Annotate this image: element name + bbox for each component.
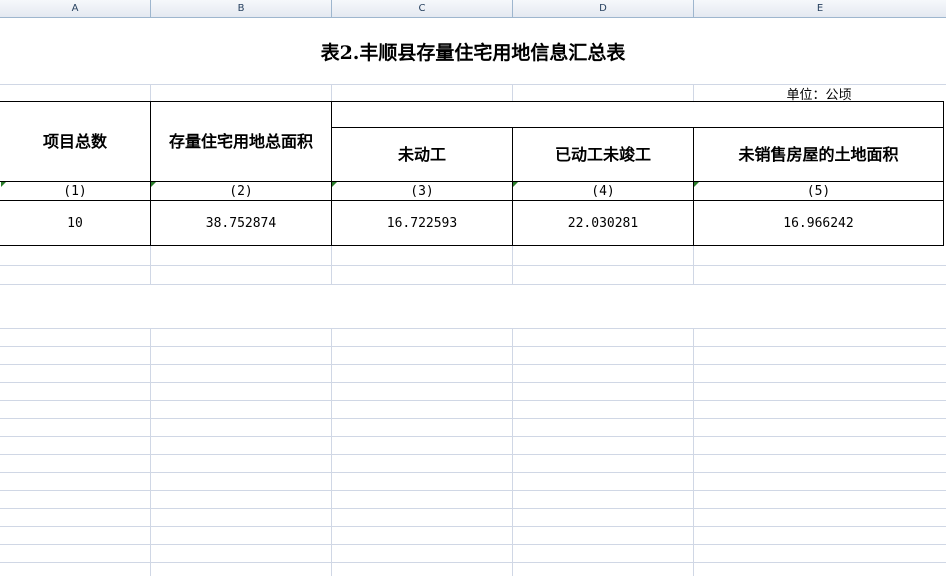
column-header-bar: A B C D E [0,0,946,18]
header-started-unfinished[interactable]: 已动工未竣工 [513,128,693,181]
data-unsold-land[interactable]: 16.966242 [694,201,943,245]
data-not-started[interactable]: 16.722593 [332,201,512,245]
error-indicator-icon[interactable] [151,182,156,187]
header-project-count[interactable]: 项目总数 [0,102,150,181]
unit-label: 单位：公顷 [786,87,852,103]
index-cell-1[interactable]: (1) [0,182,150,200]
header-empty-merged[interactable] [332,102,943,127]
data-total-area[interactable]: 38.752874 [151,201,331,245]
column-header-d[interactable]: D [513,0,694,17]
error-indicator-icon[interactable] [694,182,699,187]
header-total-area[interactable]: 存量住宅用地总面积 [151,102,331,181]
index-cell-4[interactable]: (4) [513,182,693,200]
column-header-b[interactable]: B [151,0,332,17]
index-cell-3[interactable]: (3) [332,182,512,200]
index-cell-2[interactable]: (2) [151,182,331,200]
sheet-title: 表2.丰顺县存量住宅用地信息汇总表 [320,41,626,64]
error-indicator-icon[interactable] [332,182,337,187]
error-indicator-icon[interactable] [513,182,518,187]
error-indicator-icon[interactable] [1,182,6,187]
index-cell-5[interactable]: (5) [694,182,943,200]
column-header-e[interactable]: E [694,0,946,17]
header-unsold-land[interactable]: 未销售房屋的土地面积 [694,128,943,181]
column-header-a[interactable]: A [0,0,151,17]
data-started-unfinished[interactable]: 22.030281 [513,201,693,245]
blank-row-band[interactable] [0,285,946,328]
data-project-count[interactable]: 10 [0,201,150,245]
column-header-c[interactable]: C [332,0,513,17]
header-not-started[interactable]: 未动工 [332,128,512,181]
